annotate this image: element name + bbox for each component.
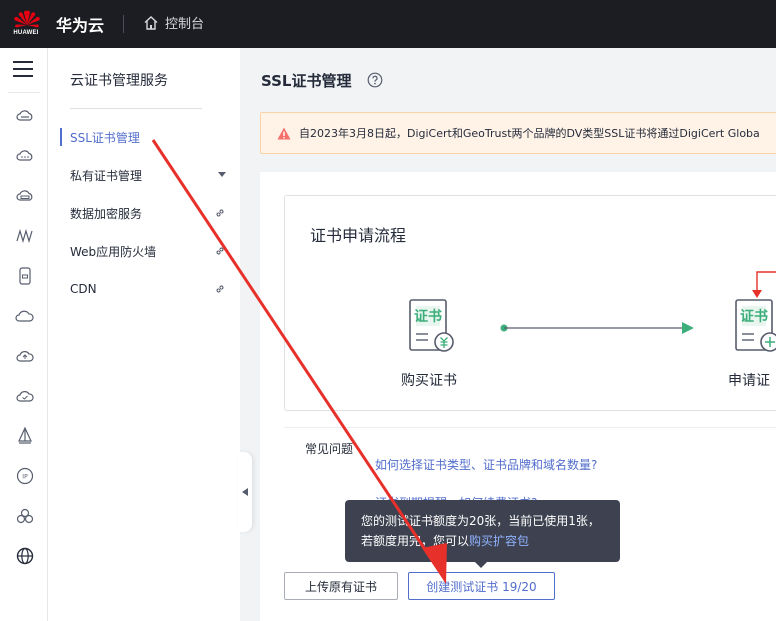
console-label: 控制台 xyxy=(165,17,205,32)
service-sidebar: 云证书管理服务 SSL证书管理 私有证书管理 数据加密服务 Web应用防火墙 C… xyxy=(48,48,240,621)
cloud-icon[interactable] xyxy=(15,306,35,326)
upload-certificate-button[interactable]: 上传原有证书 xyxy=(284,572,398,600)
sidebar-title: 云证书管理服务 xyxy=(70,73,168,89)
chevron-left-icon xyxy=(242,488,248,496)
sidebar-item-private-certificate[interactable]: 私有证书管理 xyxy=(48,160,240,190)
cloud-network-icon[interactable] xyxy=(15,146,35,166)
buy-expansion-pack-link[interactable]: 购买扩容包 xyxy=(469,534,529,548)
flow-arrow xyxy=(500,322,694,334)
external-link-icon xyxy=(216,209,224,217)
external-link-icon xyxy=(216,285,224,293)
help-icon[interactable] xyxy=(367,72,383,88)
step-label-buy: 购买证书 xyxy=(401,373,457,389)
logo-text: HUAWEI xyxy=(13,30,39,36)
sidebar-item-ssl-certificate[interactable]: SSL证书管理 xyxy=(48,122,240,152)
create-test-certificate-button[interactable]: 创建测试证书 19/20 xyxy=(408,572,555,600)
tooltip-line-2: 若额度用完，您可以购买扩容包 xyxy=(361,531,620,551)
sidebar-collapse-toggle[interactable] xyxy=(238,452,252,532)
cloud-cluster-icon[interactable] xyxy=(15,506,35,526)
home-icon xyxy=(144,15,158,30)
sidebar-item-data-encryption[interactable]: 数据加密服务 xyxy=(48,198,240,228)
sidebar-divider xyxy=(70,108,202,109)
sidebar-item-waf[interactable]: Web应用防火墙 xyxy=(48,236,240,266)
rail-divider xyxy=(8,92,40,93)
notice-banner: 自2023年3月8日起，DigiCert和GeoTrust两个品牌的DV类型SS… xyxy=(260,112,776,154)
menu-icon[interactable] xyxy=(13,60,33,78)
cloud-storage-icon[interactable] xyxy=(15,186,35,206)
page-title: SSL证书管理 xyxy=(261,72,352,90)
step-icon-text: 证书 xyxy=(740,309,768,325)
cloud-upload-icon[interactable] xyxy=(15,346,35,366)
sidebar-item-label: 数据加密服务 xyxy=(70,206,143,221)
tooltip-line-1: 您的测试证书额度为20张，当前已使用1张， xyxy=(361,514,600,528)
cloud-check-icon[interactable] xyxy=(15,386,35,406)
mobile-device-icon[interactable] xyxy=(15,266,35,286)
brand-name[interactable]: 华为云 xyxy=(56,12,104,36)
return-arrow xyxy=(752,271,776,298)
flow-title: 证书申请流程 xyxy=(310,226,407,245)
cloud-server-icon[interactable] xyxy=(15,106,35,126)
waveform-icon[interactable] xyxy=(15,226,35,246)
top-bar: HUAWEI 华为云 控制台 xyxy=(0,0,776,48)
sidebar-item-cdn[interactable]: CDN xyxy=(48,274,240,304)
console-link[interactable]: 控制台 xyxy=(143,13,204,32)
globe-icon[interactable] xyxy=(15,546,35,566)
ip-address-icon[interactable]: IP xyxy=(15,466,35,486)
huawei-logo-icon[interactable] xyxy=(8,6,46,42)
faq-link-choose-type[interactable]: 如何选择证书类型、证书品牌和域名数量? xyxy=(375,456,597,473)
notice-text: 自2023年3月8日起，DigiCert和GeoTrust两个品牌的DV类型SS… xyxy=(299,127,760,140)
sidebar-item-label: Web应用防火墙 xyxy=(70,244,157,259)
chevron-down-icon xyxy=(218,172,226,177)
sidebar-item-label: SSL证书管理 xyxy=(70,130,140,145)
sail-icon[interactable] xyxy=(15,426,35,446)
external-link-icon xyxy=(216,247,224,255)
step-icon-text: 证书 xyxy=(414,309,442,325)
service-icon-rail: IP xyxy=(0,48,48,621)
quota-tooltip: 您的测试证书额度为20张，当前已使用1张， 若额度用完，您可以购买扩容包 xyxy=(345,500,620,568)
top-divider xyxy=(123,15,124,33)
faq-title: 常见问题 xyxy=(305,442,354,456)
step-label-apply: 申请证 xyxy=(728,373,770,389)
svg-text:IP: IP xyxy=(22,474,28,481)
tooltip-line-2-text: 若额度用完，您可以 xyxy=(361,534,470,548)
warning-icon xyxy=(277,127,291,139)
sidebar-item-label: CDN xyxy=(70,282,97,296)
sidebar-item-label: 私有证书管理 xyxy=(70,168,143,183)
